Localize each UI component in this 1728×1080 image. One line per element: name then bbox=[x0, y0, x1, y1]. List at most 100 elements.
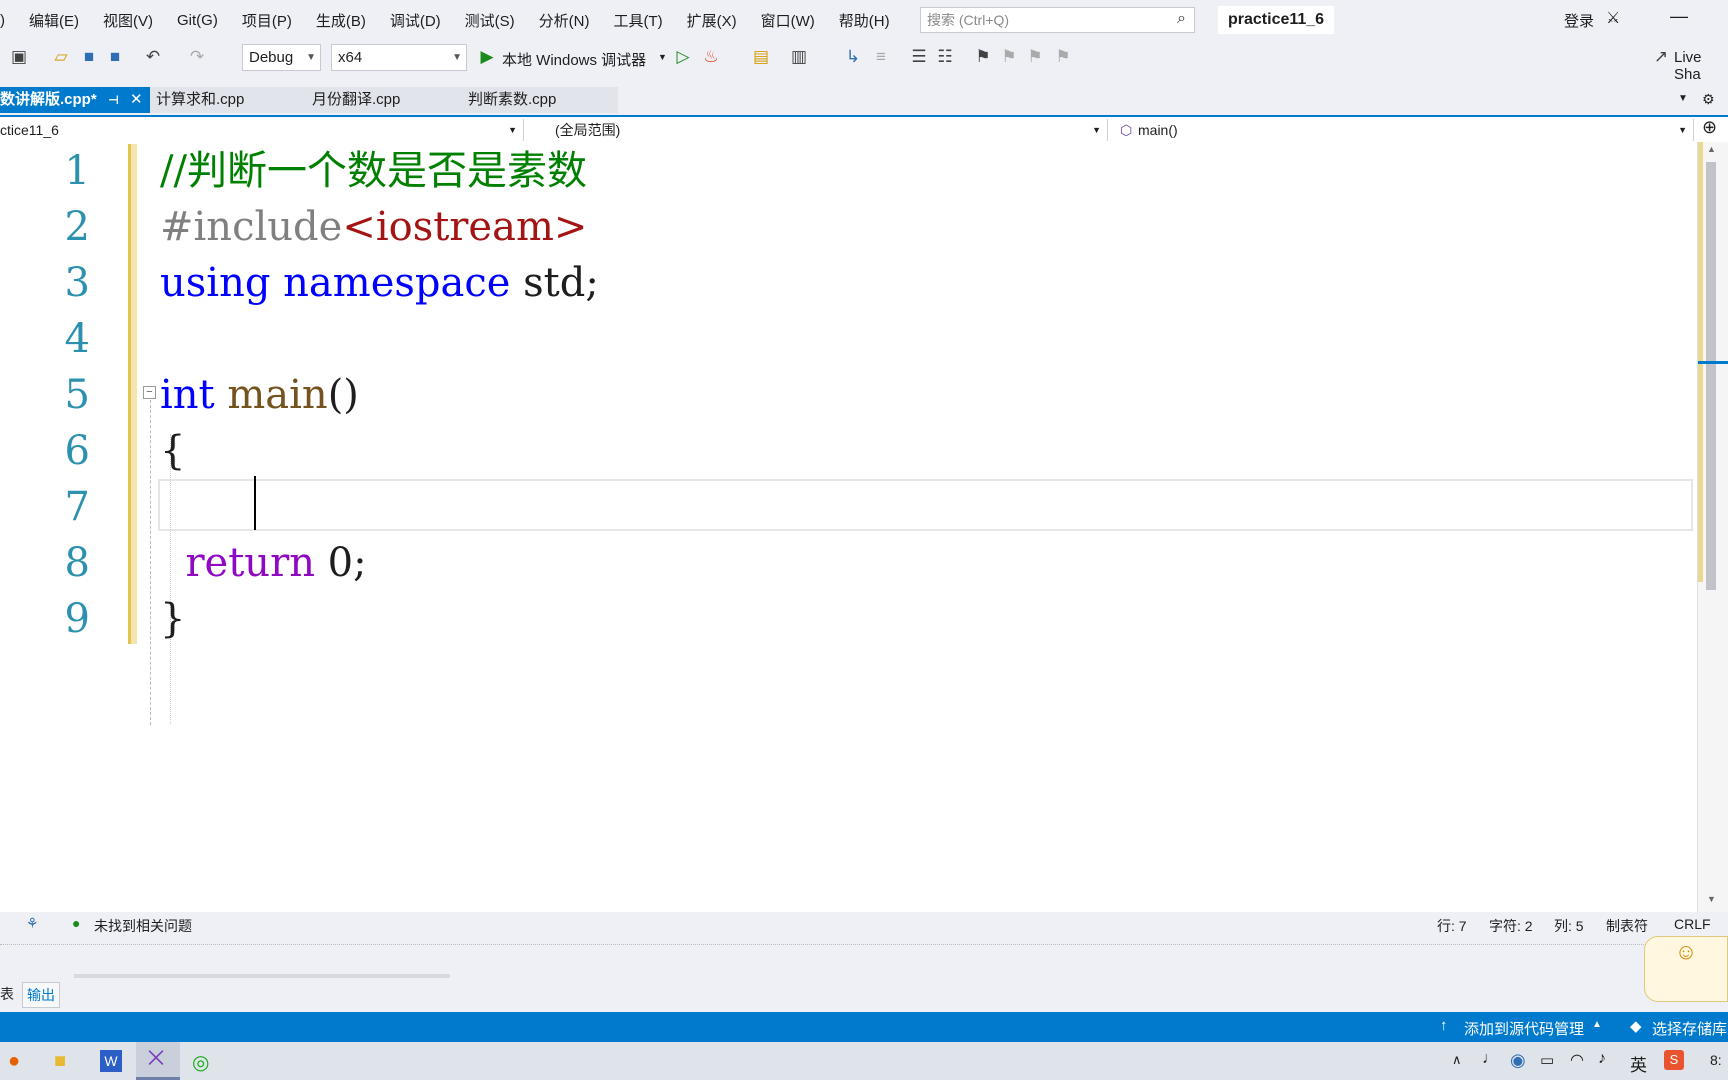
line-indicator[interactable]: 行: 7 bbox=[1437, 916, 1467, 936]
code-function: main bbox=[227, 372, 328, 418]
select-repo-button[interactable]: 选择存储库 bbox=[1652, 1018, 1727, 1039]
run-without-debug-icon[interactable]: ▷ bbox=[672, 46, 694, 68]
menu-analyze[interactable]: 分析(N) bbox=[527, 10, 602, 31]
output-panel: 表 输出 ☺ bbox=[0, 936, 1728, 1012]
bookmark-icon[interactable]: ⚑ bbox=[972, 46, 994, 68]
tab[interactable]: 计算求和.cpp bbox=[150, 87, 300, 113]
menu-help[interactable]: 帮助(H) bbox=[827, 10, 902, 31]
scroll-thumb[interactable] bbox=[1706, 162, 1716, 590]
intellicode-icon[interactable]: ⚘ bbox=[26, 915, 39, 932]
add-source-control-button[interactable]: 添加到源代码管理 bbox=[1464, 1018, 1584, 1039]
live-share-button[interactable]: Live Sha bbox=[1674, 49, 1728, 83]
toolbar: ▣ ▱ ■ ■ ↶ ↷ Debug ▼ x64 ▼ ▶ 本地 Windows 调… bbox=[0, 40, 1728, 83]
tab-list-icon[interactable]: ▼ bbox=[1678, 93, 1688, 104]
line-number: 6 bbox=[64, 428, 90, 474]
issues-status[interactable]: 未找到相关问题 bbox=[94, 916, 192, 936]
scope-dropdown[interactable]: (全局范围) ▼ bbox=[530, 119, 1108, 141]
comment-icon[interactable]: ☰ bbox=[908, 46, 930, 68]
next-bookmark-icon[interactable]: ⚑ bbox=[1024, 46, 1046, 68]
minimize-button[interactable]: — bbox=[1670, 6, 1688, 27]
close-icon[interactable]: ✕ bbox=[130, 87, 143, 113]
menu-file[interactable]: ) bbox=[0, 12, 17, 29]
split-icon[interactable]: ⊕ bbox=[1702, 117, 1717, 138]
tabs-indicator[interactable]: 制表符 bbox=[1606, 916, 1648, 936]
menu-window[interactable]: 窗口(W) bbox=[749, 10, 827, 31]
prev-bookmark-icon[interactable]: ⚑ bbox=[998, 46, 1020, 68]
save-all-icon[interactable]: ■ bbox=[104, 46, 126, 68]
menu-project[interactable]: 项目(P) bbox=[230, 10, 304, 31]
chevron-down-icon[interactable]: ▼ bbox=[658, 52, 667, 62]
scroll-down-icon[interactable]: ▼ bbox=[1707, 894, 1716, 904]
file-explorer-icon[interactable]: ■ bbox=[54, 1050, 66, 1073]
line-number: 4 bbox=[64, 316, 90, 362]
visual-studio-taskbar-button[interactable]: ⨉ bbox=[136, 1042, 180, 1080]
menu-edit[interactable]: 编辑(E) bbox=[17, 10, 91, 31]
git-icon: ◆ bbox=[1630, 1018, 1642, 1035]
project-dropdown[interactable]: ctice11_6 ▼ bbox=[0, 119, 524, 141]
new-item-icon[interactable]: ▣ bbox=[8, 46, 30, 68]
wifi-icon[interactable]: ◠ bbox=[1570, 1050, 1584, 1070]
menu-build[interactable]: 生成(B) bbox=[304, 10, 378, 31]
code-directive: #include bbox=[160, 204, 343, 250]
play-icon[interactable]: ▶ bbox=[476, 46, 498, 68]
menu-extensions[interactable]: 扩展(X) bbox=[675, 10, 749, 31]
editor-status-row: ⚘ ● 未找到相关问题 行: 7 字符: 2 列: 5 制表符 CRLF bbox=[0, 912, 1728, 936]
panel-tab-output[interactable]: 输出 bbox=[22, 982, 60, 1008]
login-link[interactable]: 登录 bbox=[1564, 10, 1594, 31]
menu-tools[interactable]: 工具(T) bbox=[601, 10, 674, 31]
menu-debug[interactable]: 调试(D) bbox=[378, 10, 453, 31]
uncomment-icon[interactable]: ☷ bbox=[934, 46, 956, 68]
navigation-bar: ctice11_6 ▼ (全局范围) ▼ ⬡ main() ▼ ⊕ bbox=[0, 115, 1728, 142]
battery-icon[interactable]: ▭ bbox=[1540, 1051, 1554, 1069]
wechat-icon[interactable]: ◎ bbox=[192, 1050, 209, 1075]
panel-tab-list[interactable]: 表 bbox=[0, 984, 14, 1004]
step-over-icon[interactable]: ≡ bbox=[870, 46, 892, 68]
tab[interactable]: 判断素数.cpp bbox=[456, 87, 618, 113]
col-indicator[interactable]: 列: 5 bbox=[1554, 916, 1584, 936]
tray-app-icon[interactable]: ◉ bbox=[1510, 1050, 1526, 1071]
menu-view[interactable]: 视图(V) bbox=[91, 10, 165, 31]
tab-label: 计算求和.cpp bbox=[156, 91, 245, 108]
scope-value: (全局范围) bbox=[555, 122, 621, 138]
code-line-6: { bbox=[160, 428, 186, 474]
panel-scrollbar[interactable] bbox=[74, 974, 450, 978]
collapse-icon[interactable]: − bbox=[143, 386, 156, 399]
tray-chevron-icon[interactable]: ∧ bbox=[1452, 1052, 1462, 1068]
start-debugger-button[interactable]: 本地 Windows 调试器 bbox=[502, 49, 646, 70]
tab[interactable]: 月份翻译.cpp bbox=[300, 87, 456, 113]
function-dropdown[interactable]: ⬡ main() ▼ bbox=[1116, 119, 1694, 141]
word-icon[interactable]: W bbox=[100, 1050, 122, 1072]
clock[interactable]: 8: bbox=[1710, 1052, 1722, 1068]
menu-git[interactable]: Git(G) bbox=[165, 12, 230, 29]
tab-label: 数讲解版.cpp* bbox=[0, 91, 97, 108]
scroll-up-icon[interactable]: ▲ bbox=[1707, 144, 1716, 154]
feedback-icon[interactable]: ⚔ bbox=[1606, 8, 1620, 28]
eol-indicator[interactable]: CRLF bbox=[1674, 916, 1711, 932]
platform-dropdown[interactable]: x64 ▼ bbox=[331, 44, 467, 71]
ime-indicator[interactable]: 英 bbox=[1630, 1051, 1647, 1076]
solution-explorer-icon[interactable]: ▤ bbox=[750, 46, 772, 68]
window-layout-icon[interactable]: ▥ bbox=[788, 46, 810, 68]
sogou-icon[interactable]: S bbox=[1664, 1050, 1684, 1070]
clear-bookmarks-icon[interactable]: ⚑ bbox=[1052, 46, 1074, 68]
redo-icon[interactable]: ↷ bbox=[186, 46, 208, 68]
char-indicator[interactable]: 字符: 2 bbox=[1489, 916, 1533, 936]
gear-icon[interactable]: ⚙ bbox=[1702, 91, 1715, 108]
save-icon[interactable]: ■ bbox=[78, 46, 100, 68]
pin-icon[interactable]: ⊣ bbox=[108, 87, 119, 113]
config-dropdown[interactable]: Debug ▼ bbox=[242, 44, 321, 71]
microphone-icon[interactable]: ♩ bbox=[1482, 1050, 1498, 1068]
code-editor[interactable]: − 1 2 3 4 5 6 7 8 9 //判断一个数是否是素数 #includ… bbox=[0, 142, 1697, 912]
volume-icon[interactable]: ♪ bbox=[1598, 1050, 1606, 1068]
search-input[interactable]: 搜索 (Ctrl+Q) ⌕ bbox=[920, 7, 1195, 33]
undo-icon[interactable]: ↶ bbox=[142, 46, 164, 68]
tab-active[interactable]: 数讲解版.cpp* ⊣ ✕ bbox=[0, 87, 150, 113]
vertical-scrollbar[interactable]: ▲ ▼ bbox=[1697, 142, 1728, 912]
firefox-icon[interactable]: ● bbox=[8, 1050, 20, 1073]
step-icon[interactable]: ↳ bbox=[842, 46, 864, 68]
hot-reload-icon[interactable]: ♨ bbox=[700, 46, 722, 68]
open-folder-icon[interactable]: ▱ bbox=[50, 46, 72, 68]
code-line-2: #include<iostream> bbox=[160, 199, 587, 255]
chevron-down-icon: ▼ bbox=[1678, 125, 1687, 135]
menu-test[interactable]: 测试(S) bbox=[453, 10, 527, 31]
